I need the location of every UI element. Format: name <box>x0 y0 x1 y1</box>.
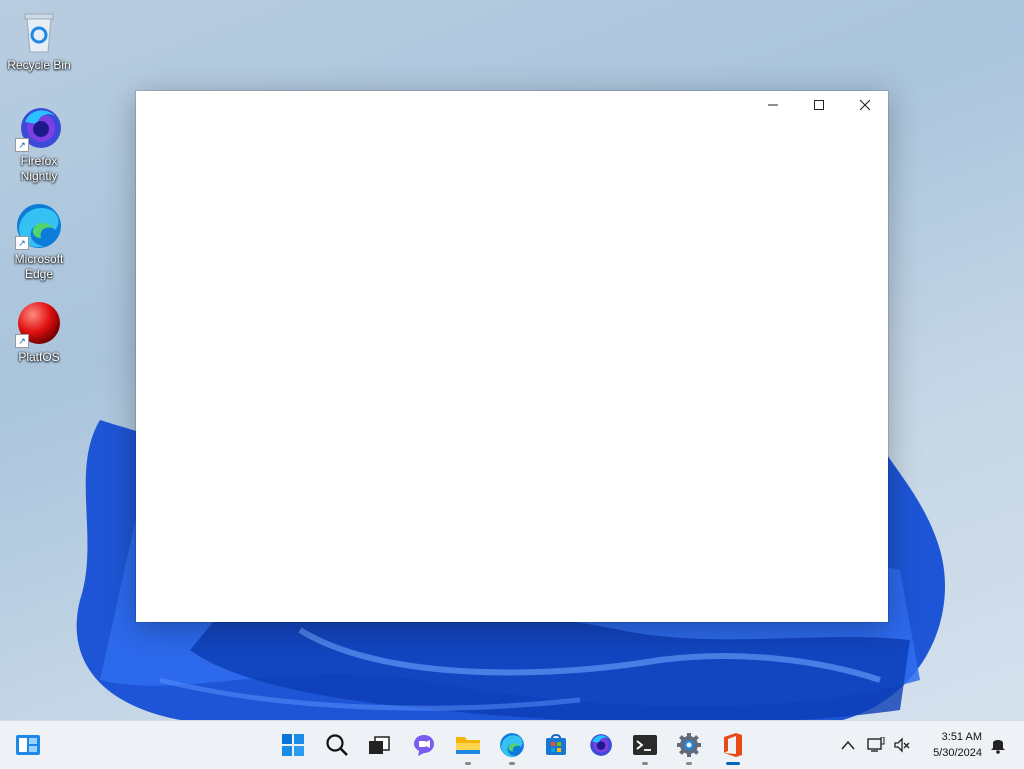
desktop-icon-label: Recycle Bin <box>7 58 71 72</box>
taskbar-clock[interactable]: 3:51 AM 5/30/2024 <box>933 729 982 761</box>
running-indicator <box>686 762 692 765</box>
close-icon <box>859 99 871 111</box>
running-indicator <box>642 762 648 765</box>
running-indicator <box>465 762 471 765</box>
app-window[interactable] <box>136 91 888 622</box>
network-icon <box>867 737 885 752</box>
widgets-icon <box>16 735 40 755</box>
desktop-icon-label: Microsoft Edge <box>14 252 64 281</box>
file-explorer-button[interactable] <box>452 729 484 765</box>
network-button[interactable] <box>862 729 890 761</box>
settings-icon <box>677 733 701 757</box>
edge-button[interactable] <box>496 729 528 765</box>
desktop-icon-label: Firefox Nightly <box>20 154 58 183</box>
task-view-icon <box>369 736 390 754</box>
taskbar: 3:51 AM 5/30/2024 <box>0 720 1024 769</box>
maximize-icon <box>814 100 824 110</box>
volume-button[interactable] <box>888 729 916 761</box>
shortcut-arrow-icon: ↗ <box>15 236 29 250</box>
maximize-button[interactable] <box>796 91 842 119</box>
start-button[interactable] <box>277 729 309 761</box>
firefox-icon <box>590 734 612 756</box>
desktop-icon-label: PlatfOS <box>18 350 60 364</box>
office-button[interactable] <box>717 729 749 765</box>
edge-icon <box>500 733 524 757</box>
start-icon <box>282 734 304 756</box>
search-icon <box>326 734 348 756</box>
office-icon <box>724 733 742 757</box>
close-button[interactable] <box>842 91 888 119</box>
shortcut-arrow-icon: ↗ <box>15 334 29 348</box>
minimize-icon <box>768 104 778 106</box>
minimize-button[interactable] <box>750 91 796 119</box>
terminal-icon <box>633 735 657 755</box>
edge-icon: ↗ <box>15 202 63 250</box>
file-explorer-icon <box>456 737 480 754</box>
desktop-icon-microsoft-edge[interactable]: ↗ Microsoft Edge <box>6 202 72 282</box>
active-indicator <box>726 762 740 765</box>
firefox-button[interactable] <box>584 729 616 761</box>
running-indicator <box>509 762 515 765</box>
widgets-button[interactable] <box>12 729 44 761</box>
chat-icon <box>414 735 434 756</box>
shortcut-arrow-icon: ↗ <box>15 138 29 152</box>
window-caption-buttons <box>750 91 888 119</box>
clock-date: 5/30/2024 <box>933 747 982 759</box>
desktop-icon-platfos[interactable]: ↗ PlatfOS <box>6 300 72 365</box>
chat-button[interactable] <box>408 729 440 761</box>
chevron-up-icon <box>841 740 855 750</box>
notification-button[interactable] <box>984 729 1012 761</box>
terminal-button[interactable] <box>629 729 661 765</box>
desktop-icon-recycle-bin[interactable]: Recycle Bin <box>6 8 72 73</box>
store-button[interactable] <box>540 729 572 761</box>
clock-time: 3:51 AM <box>941 731 982 743</box>
desktop-icon-firefox-nightly[interactable]: ↗ Firefox Nightly <box>6 104 72 184</box>
store-icon <box>546 734 566 755</box>
show-hidden-icons-button[interactable] <box>833 729 863 761</box>
recycle-bin-icon <box>15 8 63 56</box>
settings-button[interactable] <box>673 729 705 765</box>
firefox-nightly-icon: ↗ <box>15 104 63 152</box>
volume-mute-icon <box>894 737 910 753</box>
notification-icon <box>991 740 1005 754</box>
platfos-icon: ↗ <box>15 300 63 348</box>
search-button[interactable] <box>321 729 353 761</box>
task-view-button[interactable] <box>363 729 395 761</box>
